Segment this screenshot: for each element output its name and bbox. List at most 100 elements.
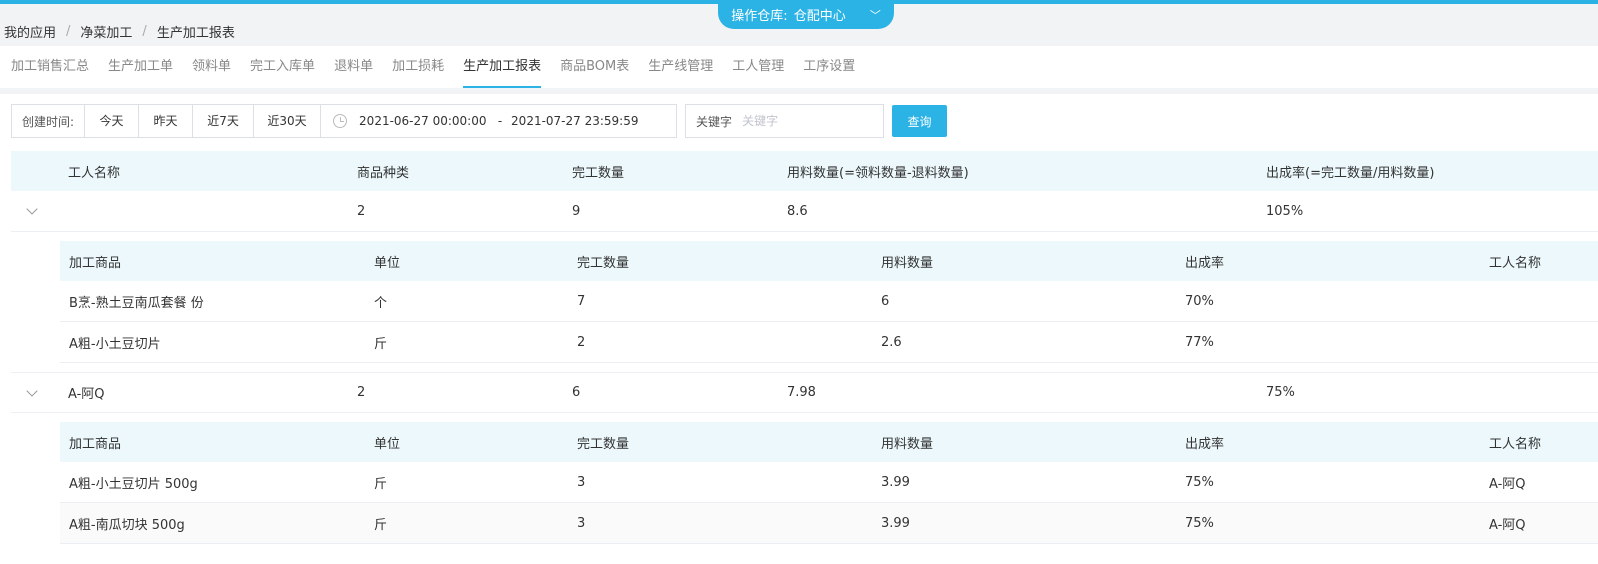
detail-yield-rate: 75% (1185, 474, 1214, 490)
detail-header: 加工商品 单位 完工数量 用料数量 出成率 工人名称 (60, 422, 1598, 462)
tab-production-report[interactable]: 生产加工报表 (463, 46, 542, 88)
detail-row[interactable]: A粗-小土豆切片 斤 2 2.6 77% (60, 322, 1598, 363)
clock-icon (333, 114, 348, 128)
warehouse-label: 操作仓库: (731, 9, 788, 24)
detail-header-yield-rate: 出成率 (1185, 255, 1225, 271)
breadcrumb-separator: / (142, 23, 147, 39)
detail-header-done-qty: 完工数量 (577, 255, 630, 271)
tab-production-order[interactable]: 生产加工单 (108, 46, 173, 88)
detail-product: A粗-南瓜切块 500g (69, 517, 185, 533)
detail-yield-rate: 75% (1185, 515, 1214, 531)
detail-header-done-qty: 完工数量 (577, 436, 630, 452)
detail-used-qty: 6 (881, 293, 890, 309)
keyword-label: 关键字 (696, 114, 733, 129)
chevron-down-icon: ﹀ (869, 8, 881, 22)
tab-worker-management[interactable]: 工人管理 (732, 46, 784, 88)
table-row[interactable]: A-阿Q 2 6 7.98 75% (11, 372, 1598, 413)
detail-done-qty: 3 (577, 515, 586, 531)
row-used-qty: 8.6 (787, 203, 808, 219)
breadcrumb: 我的应用 / 净菜加工 / 生产加工报表 (4, 22, 235, 41)
expand-toggle-icon[interactable] (26, 384, 38, 397)
detail-header-unit: 单位 (374, 255, 401, 271)
detail-done-qty: 3 (577, 474, 586, 490)
expanded-detail-table: 加工商品 单位 完工数量 用料数量 出成率 工人名称 A粗-小土豆切片 500g… (60, 413, 1598, 544)
main-content: 创建时间: 今天 昨天 近7天 近30天 2021-06-27 00:00:00… (0, 94, 1598, 564)
row-yield-rate: 105% (1266, 203, 1304, 219)
tab-completion-receipt[interactable]: 完工入库单 (250, 46, 315, 88)
quick-7days-button[interactable]: 近7天 (193, 105, 255, 137)
detail-worker-name: A-阿Q (1489, 517, 1526, 533)
detail-yield-rate: 77% (1185, 334, 1214, 350)
row-done-qty: 6 (572, 385, 581, 400)
detail-worker-name: A-阿Q (1489, 476, 1526, 492)
header-done-qty: 完工数量 (572, 165, 625, 181)
expanded-detail-table: 加工商品 单位 完工数量 用料数量 出成率 工人名称 B烹-熟土豆南瓜套餐 份 … (60, 232, 1598, 363)
row-product-kinds: 2 (357, 203, 366, 219)
table-header: 工人名称 商品种类 完工数量 用料数量(=领料数量-退料数量) 出成率(=完工数… (11, 151, 1598, 191)
quick-today-button[interactable]: 今天 (85, 105, 140, 137)
warehouse-value: 仓配中心 (793, 9, 846, 24)
detail-header-worker-name: 工人名称 (1489, 255, 1542, 271)
quick-date-group: 今天 昨天 近7天 近30天 (84, 105, 320, 137)
row-product-kinds: 2 (357, 385, 366, 400)
tab-bom[interactable]: 商品BOM表 (560, 46, 629, 88)
tab-process-settings[interactable]: 工序设置 (803, 46, 855, 88)
warehouse-selector[interactable]: 操作仓库: 仓配中心 ﹀ (718, 0, 894, 29)
header-worker-name: 工人名称 (68, 165, 121, 181)
tab-sales-summary[interactable]: 加工销售汇总 (11, 46, 89, 88)
detail-used-qty: 3.99 (881, 474, 910, 490)
detail-used-qty: 2.6 (881, 334, 902, 350)
detail-done-qty: 2 (577, 334, 586, 350)
detail-used-qty: 3.99 (881, 515, 910, 531)
quick-30days-button[interactable]: 近30天 (254, 105, 320, 137)
search-button[interactable]: 查询 (892, 105, 948, 137)
header-product-kinds: 商品种类 (357, 165, 410, 181)
tab-processing-loss[interactable]: 加工损耗 (392, 46, 444, 88)
detail-unit: 个 (374, 295, 388, 311)
keyword-input[interactable] (742, 114, 863, 128)
detail-unit: 斤 (374, 476, 388, 492)
detail-header-product: 加工商品 (69, 255, 122, 271)
detail-header-used-qty: 用料数量 (881, 436, 934, 452)
detail-product: B烹-熟土豆南瓜套餐 份 (69, 295, 204, 311)
date-end-input[interactable]: 2021-07-27 23:59:59 (511, 114, 651, 128)
report-table: 工人名称 商品种类 完工数量 用料数量(=领料数量-退料数量) 出成率(=完工数… (11, 151, 1598, 544)
tab-production-line[interactable]: 生产线管理 (648, 46, 713, 88)
row-yield-rate: 75% (1266, 385, 1295, 400)
detail-done-qty: 7 (577, 293, 586, 309)
created-time-label: 创建时间: (22, 114, 75, 129)
detail-row[interactable]: B烹-熟土豆南瓜套餐 份 个 7 6 70% (60, 281, 1598, 322)
detail-header-yield-rate: 出成率 (1185, 436, 1225, 452)
detail-row[interactable]: A粗-南瓜切块 500g 斤 3 3.99 75% A-阿Q (60, 503, 1598, 544)
expand-toggle-icon[interactable] (26, 203, 38, 215)
tab-material-return[interactable]: 退料单 (334, 46, 373, 88)
breadcrumb-item-apps[interactable]: 我的应用 (4, 22, 56, 41)
row-done-qty: 9 (572, 203, 581, 219)
detail-header-worker-name: 工人名称 (1489, 436, 1542, 452)
keyword-filter: 关键字 (685, 104, 885, 138)
breadcrumb-item-processing[interactable]: 净菜加工 (80, 22, 132, 41)
tab-material-requisition[interactable]: 领料单 (192, 46, 231, 88)
breadcrumb-item-current: 生产加工报表 (156, 25, 235, 41)
breadcrumb-separator: / (66, 23, 71, 39)
row-worker-name: A-阿Q (68, 387, 105, 402)
detail-header-used-qty: 用料数量 (881, 255, 934, 271)
header-used-qty: 用料数量(=领料数量-退料数量) (787, 165, 969, 181)
detail-header-unit: 单位 (374, 436, 401, 452)
date-range-separator: - (497, 114, 503, 128)
tab-bar: 加工销售汇总 生产加工单 领料单 完工入库单 退料单 加工损耗 生产加工报表 商… (0, 46, 1598, 88)
detail-unit: 斤 (374, 336, 388, 352)
detail-unit: 斤 (374, 517, 388, 533)
created-time-filter: 创建时间: 今天 昨天 近7天 近30天 (11, 104, 322, 138)
detail-row[interactable]: A粗-小土豆切片 500g 斤 3 3.99 75% A-阿Q (60, 462, 1598, 503)
header-yield-rate: 出成率(=完工数量/用料数量) (1266, 165, 1435, 181)
detail-header-product: 加工商品 (69, 436, 122, 452)
detail-yield-rate: 70% (1185, 293, 1214, 309)
filter-bar: 创建时间: 今天 昨天 近7天 近30天 2021-06-27 00:00:00… (11, 104, 948, 138)
detail-header: 加工商品 单位 完工数量 用料数量 出成率 工人名称 (60, 241, 1598, 281)
quick-yesterday-button[interactable]: 昨天 (139, 105, 194, 137)
date-start-input[interactable]: 2021-06-27 00:00:00 (359, 114, 489, 128)
date-range-picker[interactable]: 2021-06-27 00:00:00 - 2021-07-27 23:59:5… (321, 104, 678, 138)
detail-product: A粗-小土豆切片 (69, 336, 161, 352)
table-row[interactable]: 2 9 8.6 105% (11, 191, 1598, 232)
